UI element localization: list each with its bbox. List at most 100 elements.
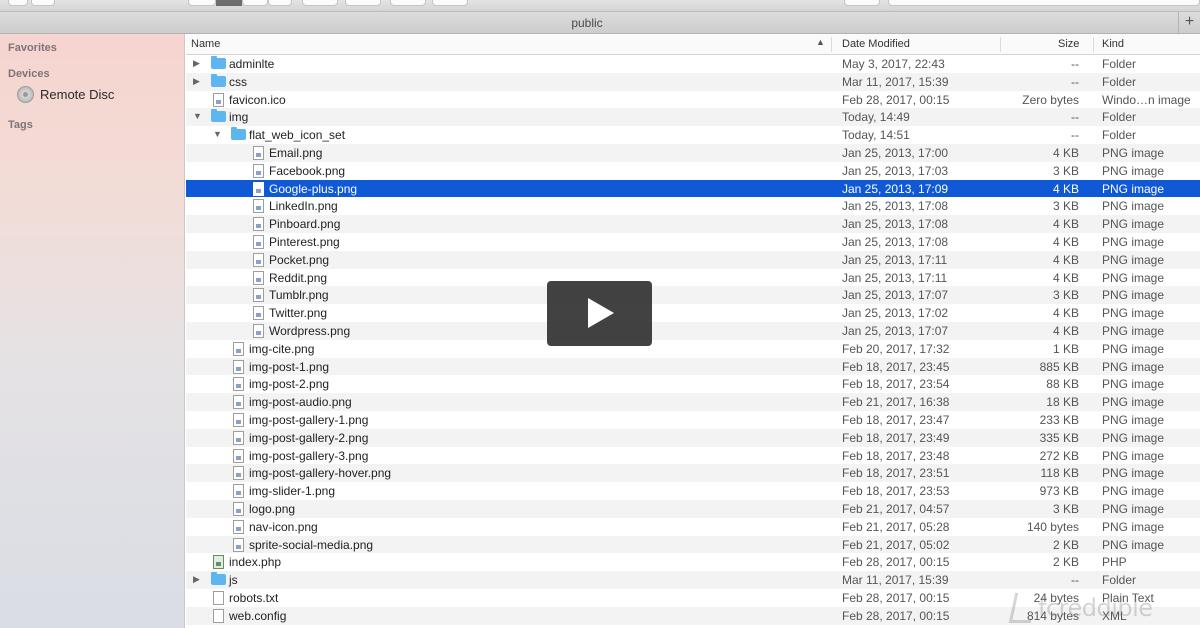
file-name: Twitter.png — [269, 306, 328, 321]
play-button[interactable] — [547, 281, 652, 346]
table-row[interactable]: Tumblr.png Jan 25, 2013, 17:07 3 KB PNG ima… — [186, 286, 1200, 305]
table-row[interactable]: img-post-gallery-1.png Feb 18, 2017, 23:4… — [186, 411, 1200, 429]
view-icons-button[interactable] — [188, 0, 216, 6]
file-icon — [253, 234, 264, 249]
file-name: img-post-gallery-hover.png — [249, 466, 392, 481]
table-row[interactable]: Wordpress.png Jan 25, 2013, 17:07 4 KB PNG … — [186, 321, 1200, 340]
file-kind: PNG image — [1102, 537, 1165, 552]
table-row[interactable]: Pocket.png Jan 25, 2013, 17:11 4 KB PNG ima… — [186, 250, 1200, 269]
add-tab-icon[interactable]: + — [1178, 12, 1200, 33]
column-divider[interactable] — [1000, 37, 1001, 52]
table-row[interactable]: ▶ css Mar 11, 2017, 15:39 -- Folder — [186, 72, 1200, 91]
table-row[interactable]: Pinboard.png Jan 25, 2013, 17:08 4 KB PNG i… — [186, 215, 1200, 233]
table-row[interactable]: img-post-gallery-3.png Feb 18, 2017, 23:4… — [186, 447, 1200, 465]
file-kind: PNG image — [1102, 430, 1165, 445]
table-row[interactable]: ▼ flat_web_icon_set Today, 14:51 -- Folder — [186, 126, 1200, 144]
file-size: 118 KB — [1040, 466, 1079, 481]
file-size: 4 KB — [1052, 252, 1079, 267]
table-row[interactable]: img-post-gallery-2.png Feb 18, 2017, 23:4… — [186, 428, 1200, 447]
file-kind: PNG image — [1102, 466, 1165, 481]
file-icon — [253, 181, 264, 196]
table-row[interactable]: favicon.ico Feb 28, 2017, 00:15 Zero bytes… — [186, 91, 1200, 109]
table-row[interactable]: img-slider-1.png Feb 18, 2017, 23:53 973 K… — [186, 482, 1200, 500]
file-kind: Folder — [1102, 57, 1137, 71]
file-icon — [233, 501, 244, 516]
table-row[interactable]: nav-icon.png Feb 21, 2017, 05:28 140 bytes… — [186, 518, 1200, 536]
table-row[interactable]: Reddit.png Jan 25, 2013, 17:11 4 KB PNG ima… — [186, 269, 1200, 287]
table-row[interactable]: img-post-audio.png Feb 21, 2017, 16:38 18 … — [186, 393, 1200, 411]
file-icon — [213, 92, 224, 107]
file-icon — [253, 199, 264, 214]
table-row[interactable]: img-post-1.png Feb 18, 2017, 23:45 885 KB P… — [186, 357, 1200, 376]
date-modified: Mar 11, 2017, 15:39 — [842, 74, 949, 89]
table-row[interactable]: Email.png Jan 25, 2013, 17:00 4 KB PNG imag… — [186, 143, 1200, 162]
date-modified: Jan 25, 2013, 17:07 — [842, 288, 949, 303]
table-row[interactable]: ▶ adminlte May 3, 2017, 22:43 -- Folder — [186, 55, 1200, 73]
date-modified: Feb 18, 2017, 23:53 — [842, 484, 950, 499]
file-name: nav-icon.png — [249, 519, 318, 534]
view-gallery-button[interactable] — [268, 0, 292, 6]
disclosure-expanded-icon[interactable]: ▼ — [213, 129, 222, 139]
table-row[interactable]: Google-plus.png Jan 25, 2013, 17:09 4 KB PN… — [186, 179, 1200, 198]
search-field[interactable] — [888, 0, 1200, 6]
file-size: 18 KB — [1046, 395, 1079, 410]
table-row[interactable]: Twitter.png Jan 25, 2013, 17:02 4 KB PNG im… — [186, 304, 1200, 322]
sidebar-item-remote-disc[interactable]: Remote Disc — [17, 86, 114, 103]
forward-button[interactable] — [31, 0, 55, 6]
table-row[interactable]: img-post-2.png Feb 18, 2017, 23:54 88 KB PN… — [186, 375, 1200, 393]
share-button[interactable] — [390, 0, 426, 6]
disclosure-collapsed-icon[interactable]: ▶ — [193, 76, 200, 87]
column-kind[interactable]: Kind — [1102, 38, 1124, 50]
back-button[interactable] — [8, 0, 28, 6]
file-size: -- — [1071, 110, 1079, 125]
column-divider[interactable] — [831, 37, 832, 52]
file-name: Wordpress.png — [269, 323, 351, 338]
date-modified: Feb 18, 2017, 23:47 — [842, 412, 950, 427]
date-modified: Jan 25, 2013, 17:03 — [842, 163, 949, 178]
sidebar-section-favorites: Favorites — [8, 42, 57, 54]
table-row[interactable]: img-cite.png Feb 20, 2017, 17:32 1 KB PNG i… — [186, 340, 1200, 358]
column-date-modified[interactable]: Date Modified — [842, 38, 910, 50]
file-icon — [253, 306, 264, 321]
disclosure-collapsed-icon[interactable]: ▶ — [193, 574, 200, 585]
table-row[interactable]: ▼ img Today, 14:49 -- Folder — [186, 108, 1200, 127]
column-divider[interactable] — [1093, 37, 1094, 52]
table-row[interactable]: ▶ js Mar 11, 2017, 15:39 -- Folder — [186, 571, 1200, 589]
file-icon — [233, 412, 244, 427]
view-columns-button[interactable] — [242, 0, 268, 6]
file-name: img-post-gallery-1.png — [249, 412, 369, 427]
date-modified: Jan 25, 2013, 17:00 — [842, 145, 949, 160]
table-row[interactable]: Pinterest.png Jan 25, 2013, 17:08 4 KB PNG … — [186, 233, 1200, 251]
file-size: 973 KB — [1039, 484, 1079, 499]
file-kind: PNG image — [1102, 145, 1165, 160]
column-name[interactable]: Name — [191, 38, 220, 50]
tags-button[interactable] — [432, 0, 468, 6]
disclosure-expanded-icon[interactable]: ▼ — [193, 111, 202, 121]
date-modified: Feb 20, 2017, 17:32 — [842, 341, 950, 356]
file-size: 4 KB — [1052, 145, 1079, 160]
sort-ascending-icon: ▲ — [816, 37, 825, 47]
folder-icon — [211, 56, 226, 69]
column-size[interactable]: Size — [1058, 38, 1079, 50]
file-name: Reddit.png — [269, 270, 328, 285]
folder-icon — [231, 127, 246, 141]
table-row[interactable]: Facebook.png Jan 25, 2013, 17:03 3 KB PNG i… — [186, 162, 1200, 180]
disclosure-collapsed-icon[interactable]: ▶ — [193, 58, 200, 69]
file-size: 272 KB — [1039, 448, 1079, 463]
file-size: 140 bytes — [1026, 519, 1079, 534]
file-size: -- — [1071, 57, 1079, 71]
table-row[interactable]: img-post-gallery-hover.png Feb 18, 2017, … — [186, 464, 1200, 483]
file-kind: PNG image — [1102, 288, 1165, 303]
view-list-button[interactable] — [216, 0, 242, 6]
more-button[interactable] — [844, 0, 880, 6]
table-row[interactable]: logo.png Feb 21, 2017, 04:57 3 KB PNG image — [186, 499, 1200, 518]
table-row[interactable]: LinkedIn.png Jan 25, 2013, 17:08 3 KB PNG i… — [186, 197, 1200, 215]
table-row[interactable]: sprite-social-media.png Feb 21, 2017, 05:… — [186, 535, 1200, 554]
file-size: 4 KB — [1052, 217, 1079, 232]
file-name: web.config — [229, 608, 287, 623]
file-name: img-post-audio.png — [249, 395, 352, 410]
arrange-button[interactable] — [302, 0, 338, 6]
action-button[interactable] — [345, 0, 381, 6]
table-row[interactable]: index.php Feb 28, 2017, 00:15 2 KB PHP — [186, 553, 1200, 571]
toolbar — [0, 0, 1200, 12]
